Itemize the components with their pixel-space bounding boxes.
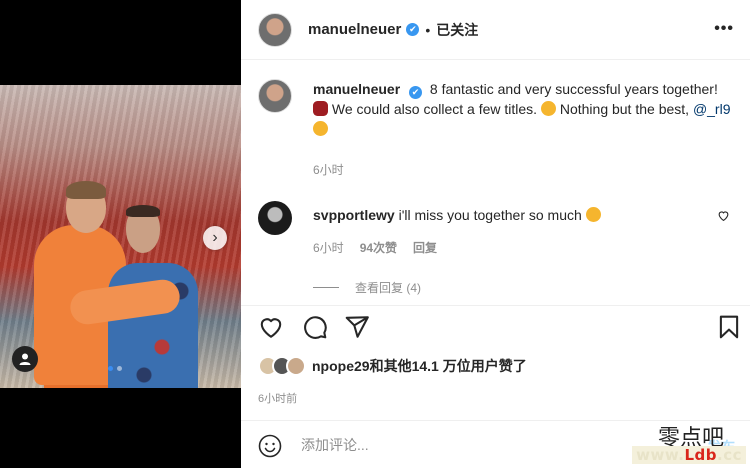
- hug-emoji-icon: [313, 121, 328, 136]
- header-separator: •: [425, 21, 431, 38]
- like-heart-icon[interactable]: [258, 314, 284, 340]
- caption-author-avatar[interactable]: [258, 79, 292, 113]
- comment-time: 6小时: [313, 241, 344, 255]
- post-comment-button[interactable]: 发布: [707, 437, 735, 457]
- author-username[interactable]: manuelneuer: [308, 21, 401, 38]
- player-hair: [126, 205, 160, 217]
- comment-likes-count[interactable]: 94次赞: [360, 239, 397, 256]
- action-bar: [241, 305, 750, 349]
- caption-text-part-1: 8 fantastic and very successful years to…: [429, 81, 718, 97]
- caption-text: manuelneuer ✔ 8 fantastic and very succe…: [313, 79, 733, 139]
- heart-emoji-icon: [313, 101, 328, 116]
- emoji-picker-icon[interactable]: [258, 434, 282, 458]
- following-button[interactable]: 已关注: [436, 20, 478, 40]
- comment-body: i'll miss you together so much: [398, 207, 582, 223]
- caption-text-part-3: Nothing but the best,: [559, 101, 690, 117]
- comment-bubble-icon[interactable]: [302, 314, 328, 340]
- share-paper-plane-icon[interactable]: [344, 314, 370, 340]
- caption-username[interactable]: manuelneuer: [313, 81, 400, 97]
- comment-meta: 6小时 94次赞 回复: [313, 239, 437, 256]
- smiling-face-emoji-icon: [540, 101, 556, 116]
- reply-button[interactable]: 回复: [413, 239, 437, 256]
- commenter-avatar[interactable]: [258, 201, 292, 235]
- view-replies-line: [313, 287, 339, 288]
- likes-summary[interactable]: npope29和其他14.1 万位用户赞了: [258, 356, 527, 376]
- view-replies-label: 查看回复 (4): [355, 281, 422, 295]
- carousel-indicator: [108, 366, 122, 371]
- user-icon: [19, 353, 31, 365]
- post-details-panel: manuelneuer ✔ • 已关注 ••• manuelneuer ✔ 8 …: [241, 0, 750, 468]
- author-avatar[interactable]: [258, 12, 292, 47]
- add-comment-bar: 发布: [241, 420, 750, 468]
- crying-face-emoji-icon: [585, 207, 601, 222]
- comment-input[interactable]: [301, 435, 681, 455]
- save-bookmark-icon[interactable]: [716, 314, 742, 340]
- post-header: manuelneuer ✔ • 已关注 •••: [241, 0, 750, 60]
- caption-time: 6小时: [313, 163, 344, 177]
- carousel-dot: [117, 366, 122, 371]
- liker-avatar: [286, 356, 306, 376]
- post-timestamp: 6小时前: [258, 393, 298, 405]
- next-photo-button[interactable]: ›: [203, 226, 227, 250]
- caption-verified-badge-icon: ✔: [409, 86, 423, 99]
- goalkeeper-hair: [66, 181, 106, 199]
- commenter-username[interactable]: svpportlewy: [313, 207, 395, 223]
- verified-badge-icon: ✔: [406, 23, 420, 36]
- comments-section[interactable]: manuelneuer ✔ 8 fantastic and very succe…: [241, 61, 750, 311]
- post-media-area: ›: [0, 0, 241, 468]
- more-options-icon[interactable]: •••: [714, 20, 734, 38]
- likes-text[interactable]: npope29和其他14.1 万位用户赞了: [312, 356, 527, 376]
- like-comment-heart-icon[interactable]: [717, 209, 730, 222]
- view-replies-button[interactable]: 查看回复 (4): [313, 279, 421, 296]
- mention-link[interactable]: @_rl9: [693, 101, 731, 117]
- carousel-dot-active: [108, 366, 113, 371]
- tagged-users-button[interactable]: [12, 346, 38, 372]
- comment-text: svpportlewy i'll miss you together so mu…: [313, 207, 601, 223]
- caption-text-part-2: We could also collect a few titles.: [331, 101, 538, 117]
